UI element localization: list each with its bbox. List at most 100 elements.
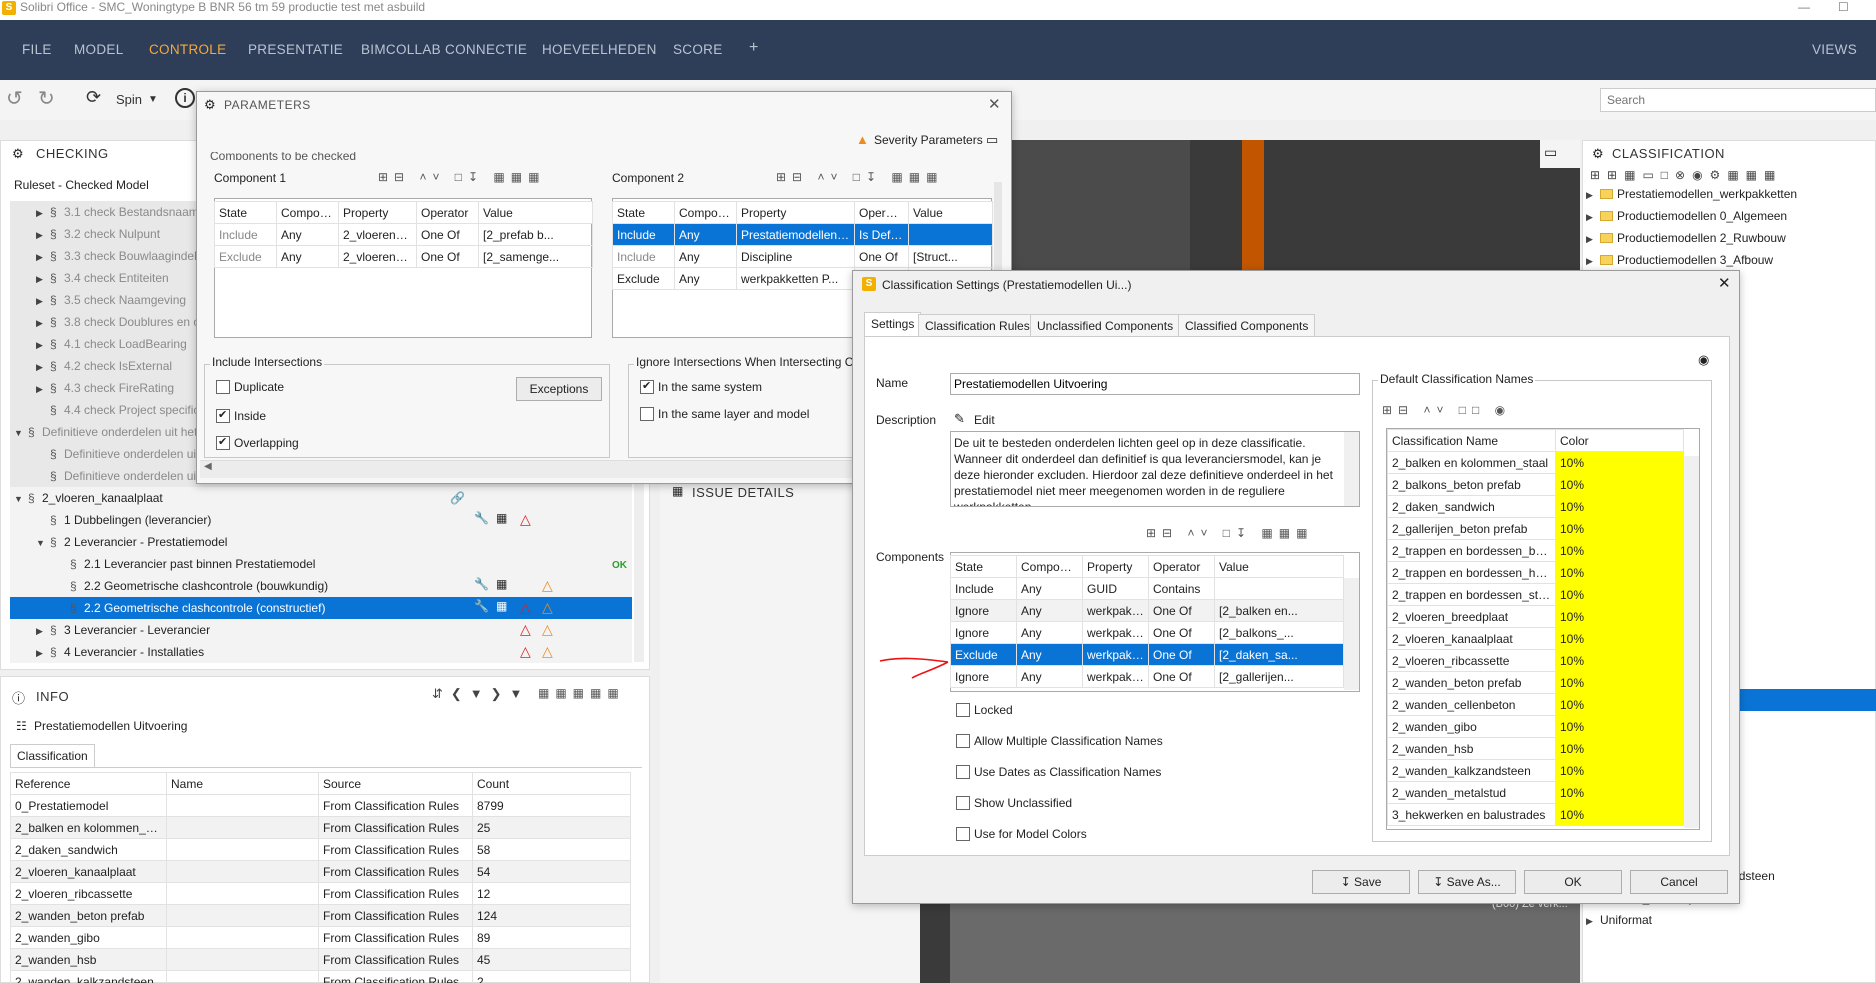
check-tree-row[interactable]: ▼ § 2_vloeren_kanaalplaat	[10, 487, 632, 509]
component-column-header[interactable]: Property	[736, 201, 855, 224]
search-input[interactable]	[1600, 88, 1876, 112]
table-row[interactable]: 2_balken en kolommen_staal 10%	[1387, 451, 1684, 474]
classification-tree-row[interactable]: ▶ Productiemodellen 3_Afbouw	[1586, 249, 1876, 271]
classification-tree-row[interactable]: ▶ Productiemodellen 0_Algemeen	[1586, 205, 1876, 227]
check-tree-row[interactable]: § 2.2 Geometrische clashcontrole (constru…	[10, 597, 632, 619]
save-button[interactable]: ↧ Save	[1312, 870, 1410, 894]
collapsed-icon[interactable]: ▶	[36, 378, 50, 399]
menu-bimcollab[interactable]: BIMCOLLAB CONNECTIE	[361, 42, 527, 57]
table-row[interactable]: IgnoreAnywerkpakkett...One Of[2_balken e…	[950, 599, 1344, 622]
same-system-checkbox[interactable]: In the same system	[640, 379, 762, 394]
table-row[interactable]: 2_vloeren_ribcassette 10%	[1387, 649, 1684, 672]
overlapping-checkbox[interactable]: Overlapping	[216, 435, 299, 450]
table-row[interactable]: 2_wanden_beton prefab 10%	[1387, 671, 1684, 694]
default-names-scrollbar[interactable]	[1684, 456, 1699, 828]
viewport-layout-icon[interactable]: ▭	[1544, 144, 1557, 161]
spin-icon[interactable]: ⟳	[86, 87, 101, 108]
save-as-button[interactable]: ↧ Save As...	[1418, 870, 1516, 894]
table-row[interactable]: 2_wanden_hsb 10%	[1387, 737, 1684, 760]
redo-icon[interactable]: ↻	[38, 86, 55, 111]
color-cell[interactable]: 10%	[1555, 473, 1684, 496]
info-column-header[interactable]: Count	[472, 772, 631, 795]
info-column-header[interactable]: Source	[318, 772, 473, 795]
component-column-header[interactable]: Value	[908, 201, 993, 224]
collapsed-icon[interactable]: ▶	[1586, 228, 1600, 249]
component-column-header[interactable]: State	[612, 201, 675, 224]
table-row[interactable]: IgnoreAnywerkpakkett...One Of[2_balkons_…	[950, 621, 1344, 644]
table-row[interactable]: 0_Prestatiemodel From Classification Rule…	[10, 794, 631, 817]
check-tree-row[interactable]: ▶ § 3 Leverancier - Leverancier	[10, 619, 632, 641]
table-row[interactable]: Include Any Prestatiemodellen ... Is Define…	[612, 223, 993, 246]
collapsed-icon[interactable]: ▶	[36, 224, 50, 245]
table-row[interactable]: 2_wanden_cellenbeton 10%	[1387, 693, 1684, 716]
menu-model[interactable]: MODEL	[74, 42, 124, 57]
info-column-header[interactable]: Name	[166, 772, 319, 795]
color-cell[interactable]: 10%	[1555, 649, 1684, 672]
expanded-icon[interactable]: ▼	[14, 488, 28, 509]
component-column-header[interactable]: Component	[674, 201, 737, 224]
component-column-header[interactable]: Operator	[1148, 555, 1215, 578]
color-cell[interactable]: 10%	[1555, 539, 1684, 562]
table-row[interactable]: ExcludeAnywerkpakkett...One Of[2_daken_s…	[950, 643, 1344, 666]
maximize-icon[interactable]: ☐	[1838, 0, 1849, 14]
component-column-header[interactable]: State	[950, 555, 1017, 578]
menu-hoeveelheden[interactable]: HOEVEELHEDEN	[542, 42, 657, 57]
color-cell[interactable]: 10%	[1555, 495, 1684, 518]
table-row[interactable]: 2_wanden_gibo 10%	[1387, 715, 1684, 738]
table-row[interactable]: Include Any GUID Contains	[950, 577, 1344, 600]
collapsed-icon[interactable]: ▶	[36, 312, 50, 333]
parameters-hscrollbar[interactable]	[200, 460, 856, 478]
tab-classified-components[interactable]: Classified Components	[1178, 314, 1316, 336]
component-column-header[interactable]: Operator	[416, 201, 479, 224]
collapsed-icon[interactable]: ▶	[36, 202, 50, 223]
table-row[interactable]: 2_balken en kolommen_staal From Classific…	[10, 816, 631, 839]
table-row[interactable]: Include Any Discipline One Of [Struct...	[612, 245, 993, 268]
table-row[interactable]: 2_wanden_beton prefab From Classification…	[10, 904, 631, 927]
menu-presentatie[interactable]: PRESENTATIE	[248, 42, 343, 57]
color-cell[interactable]: 10%	[1555, 803, 1684, 826]
collapsed-icon[interactable]: ▶	[1586, 184, 1600, 205]
color-cell[interactable]: 10%	[1555, 451, 1684, 474]
description-scrollbar[interactable]	[1344, 432, 1359, 506]
table-row[interactable]: Include Any 2_vloeren_k... One Of [2_prefab …	[214, 223, 593, 246]
collapsed-icon[interactable]: ▶	[36, 246, 50, 267]
components-scrollbar[interactable]	[1344, 578, 1359, 690]
check-tree-row[interactable]: ▶ § 4 Leverancier - Installaties	[10, 641, 632, 663]
spin-dropdown-icon[interactable]: ▼	[148, 94, 158, 105]
component-column-header[interactable]: Component	[1016, 555, 1083, 578]
color-column-header[interactable]: Color	[1555, 429, 1684, 452]
color-cell[interactable]: 10%	[1555, 583, 1684, 606]
color-cell[interactable]: 10%	[1555, 781, 1684, 804]
info-toolbar-icons[interactable]: ▦▦▦▦▦	[538, 686, 625, 700]
check-tree-row[interactable]: ▼ § 2 Leverancier - Prestatiemodel	[10, 531, 632, 553]
component2-toolbar-icons[interactable]: ⊞⊟ ˄˅ □↧ ▦▦▦	[776, 170, 943, 184]
use-dates-checkbox[interactable]: Use Dates as Classification Names	[956, 765, 1161, 779]
default-names-toolbar-icons[interactable]: ⊞⊟ ˄˅ □□ ◉	[1382, 403, 1511, 417]
wrench-icon[interactable]: 🔧	[474, 511, 489, 525]
info-column-header[interactable]: Reference	[10, 772, 167, 795]
parameters-close-icon[interactable]: ✕	[988, 95, 1001, 113]
menu-controle[interactable]: CONTROLE	[149, 42, 226, 57]
component1-toolbar-icons[interactable]: ⊞⊟ ˄˅ □↧ ▦▦▦	[378, 170, 545, 184]
color-cell[interactable]: 10%	[1555, 715, 1684, 738]
inside-checkbox[interactable]: Inside	[216, 408, 266, 423]
check-tree-row[interactable]: § 1 Dubbelingen (leverancier)	[10, 509, 632, 531]
cancel-button[interactable]: Cancel	[1630, 870, 1728, 894]
name-input[interactable]	[950, 373, 1360, 395]
menu-file[interactable]: FILE	[22, 42, 52, 57]
check-tree-row[interactable]: § 2.2 Geometrische clashcontrole (bouwkun…	[10, 575, 632, 597]
table-row[interactable]: 3_hekwerken en balustrades 10%	[1387, 803, 1684, 826]
table-row[interactable]: 2_trappen en bordessen_beto... 10%	[1387, 539, 1684, 562]
collapsed-icon[interactable]: ▶	[36, 620, 50, 641]
color-cell[interactable]: 10%	[1555, 517, 1684, 540]
table-icon[interactable]: ▦	[496, 599, 507, 613]
locked-checkbox[interactable]: Locked	[956, 703, 1013, 717]
show-unclassified-checkbox[interactable]: Show Unclassified	[956, 796, 1072, 810]
ok-button[interactable]: OK	[1524, 870, 1622, 894]
check-tree-row[interactable]: § 2.1 Leverancier past binnen Prestatiemo…	[10, 553, 632, 575]
color-cell[interactable]: 10%	[1555, 561, 1684, 584]
classification-tree-row[interactable]: ▶ Productiemodellen 2_Ruwbouw	[1586, 227, 1876, 249]
use-model-colors-checkbox[interactable]: Use for Model Colors	[956, 827, 1087, 841]
classification-tree-row[interactable]: ▶ Prestatiemodellen_werkpakketten	[1586, 183, 1876, 205]
color-cell[interactable]: 10%	[1555, 737, 1684, 760]
